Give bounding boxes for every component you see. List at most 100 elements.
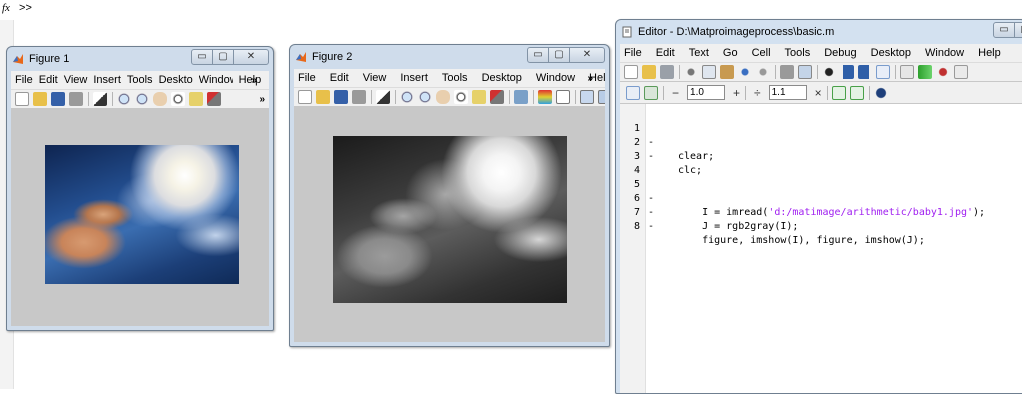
function-icon[interactable]: [876, 65, 890, 79]
menu-insert[interactable]: Insert: [93, 74, 121, 86]
pan-icon[interactable]: [436, 90, 450, 104]
code-line[interactable]: 5 - I = imread('d:/matimage/arithmetic/b…: [620, 164, 1022, 218]
increment-button[interactable]: +: [733, 86, 740, 100]
editor-window[interactable]: Editor - D:\Matproimageprocess\basic.m ▭…: [615, 19, 1022, 394]
menu-go[interactable]: Go: [723, 47, 738, 59]
new-figure-icon[interactable]: [298, 90, 312, 104]
cell-value-1-field[interactable]: 1.0: [687, 85, 726, 100]
insert-cell-icon[interactable]: [626, 85, 640, 100]
print-icon[interactable]: [352, 90, 366, 104]
dock-icon[interactable]: [798, 65, 812, 79]
menu-cell[interactable]: Cell: [752, 47, 771, 59]
menu-desktop[interactable]: Desktop: [871, 47, 911, 59]
menu-desktop[interactable]: Desktop: [482, 72, 522, 84]
zoom-in-icon[interactable]: [400, 90, 414, 104]
figure-2-titlebar[interactable]: Figure 2 ▭ ▢ ✕: [290, 45, 609, 69]
menu-tools[interactable]: Tools: [127, 74, 153, 86]
uncomment-icon[interactable]: [849, 85, 864, 100]
show-plot-tools-icon[interactable]: [598, 90, 605, 104]
editor-titlebar[interactable]: Editor - D:\Matproimageprocess\basic.m ▭…: [616, 20, 1022, 44]
figure-2-canvas[interactable]: [294, 107, 605, 342]
menu-tools[interactable]: Tools: [785, 47, 811, 59]
maximize-button[interactable]: ▢: [212, 49, 234, 65]
divide-button[interactable]: ÷: [754, 86, 761, 100]
copy-icon[interactable]: [702, 65, 716, 79]
open-file-icon[interactable]: [642, 65, 656, 79]
legend-icon[interactable]: [556, 90, 570, 104]
cell-layout-icon[interactable]: [644, 85, 658, 100]
code-area[interactable]: 1 - clear; 2 - clc; 3 4 5 - I = imread('…: [620, 104, 1022, 393]
code-line[interactable]: 6 - J = rgb2gray(I);: [620, 178, 1022, 232]
zoom-in-icon[interactable]: [117, 92, 131, 106]
menu-window[interactable]: Window: [925, 47, 964, 59]
new-figure-icon[interactable]: [15, 92, 29, 106]
decrement-button[interactable]: −: [672, 86, 679, 100]
new-file-icon[interactable]: [624, 65, 638, 79]
multiply-button[interactable]: ×: [815, 86, 822, 100]
brush-icon[interactable]: [207, 92, 221, 106]
menu-edit[interactable]: Edit: [330, 72, 349, 84]
run-icon[interactable]: [918, 65, 932, 79]
stack-dropdown-icon[interactable]: [954, 65, 968, 79]
link-plot-icon[interactable]: [514, 90, 528, 104]
print-icon[interactable]: [780, 65, 794, 79]
breakpoint-icon[interactable]: [936, 65, 950, 79]
menu-edit[interactable]: Edit: [656, 47, 675, 59]
save-icon[interactable]: [334, 90, 348, 104]
menu-debug[interactable]: Debug: [824, 47, 856, 59]
save-icon[interactable]: [51, 92, 65, 106]
code-line[interactable]: 7 - figure, imshow(I), figure, imshow(J)…: [620, 192, 1022, 246]
open-file-icon[interactable]: [33, 92, 47, 106]
close-button[interactable]: ✕: [233, 49, 269, 65]
colorbar-icon[interactable]: [538, 90, 552, 104]
redo-icon[interactable]: [756, 65, 770, 79]
maximize-button[interactable]: ▢: [548, 47, 570, 63]
info-icon[interactable]: [873, 85, 888, 100]
brush-icon[interactable]: [490, 90, 504, 104]
stack-icon[interactable]: [900, 65, 914, 79]
menu-tools[interactable]: Tools: [442, 72, 468, 84]
menu-window[interactable]: Window: [199, 74, 233, 86]
cut-icon[interactable]: [684, 65, 698, 79]
back-arrow-icon[interactable]: [840, 65, 854, 79]
menu-insert[interactable]: Insert: [400, 72, 428, 84]
figure-2-window[interactable]: Figure 2 ▭ ▢ ✕ File Edit View Insert Too…: [289, 44, 610, 347]
menu-edit[interactable]: Edit: [39, 74, 58, 86]
code-line[interactable]: 4: [620, 150, 1022, 176]
menu-help[interactable]: Help: [239, 74, 262, 86]
menu-text[interactable]: Text: [689, 47, 709, 59]
data-cursor-icon[interactable]: [189, 92, 203, 106]
find-icon[interactable]: [822, 65, 836, 79]
menu-desktop[interactable]: Desktop: [159, 74, 193, 86]
figure-1-titlebar[interactable]: Figure 1 ▭ ▢ ✕: [7, 47, 273, 71]
menu-overflow-icon[interactable]: »: [251, 75, 257, 86]
hide-plot-tools-icon[interactable]: [580, 90, 594, 104]
zoom-out-icon[interactable]: [135, 92, 149, 106]
print-icon[interactable]: [69, 92, 83, 106]
undo-icon[interactable]: [738, 65, 752, 79]
code-line[interactable]: 3: [620, 136, 1022, 162]
menu-file[interactable]: File: [624, 47, 642, 59]
open-file-icon[interactable]: [316, 90, 330, 104]
menu-file[interactable]: File: [15, 74, 33, 86]
figure-1-window[interactable]: Figure 1 ▭ ▢ ✕ File Edit View Insert Too…: [6, 46, 274, 331]
menu-help[interactable]: Help: [978, 47, 1001, 59]
menu-overflow-icon[interactable]: »: [587, 73, 593, 84]
minimize-button[interactable]: ▭: [527, 47, 549, 63]
data-cursor-icon[interactable]: [472, 90, 486, 104]
rotate-3d-icon[interactable]: [171, 92, 185, 106]
maximize-button[interactable]: ▢: [1014, 22, 1022, 38]
edit-plot-icon[interactable]: [376, 90, 390, 104]
code-line[interactable]: 1 - clear;: [620, 108, 1022, 162]
menu-file[interactable]: File: [298, 72, 316, 84]
toolbar-overflow-icon[interactable]: »: [259, 94, 265, 105]
code-line[interactable]: 2 - clc;: [620, 122, 1022, 176]
save-icon[interactable]: [660, 65, 674, 79]
minimize-button[interactable]: ▭: [191, 49, 213, 65]
figure-1-canvas[interactable]: [11, 109, 269, 326]
close-button[interactable]: ✕: [569, 47, 605, 63]
comment-icon[interactable]: [831, 85, 846, 100]
edit-plot-icon[interactable]: [93, 92, 107, 106]
menu-window[interactable]: Window: [536, 72, 575, 84]
pan-icon[interactable]: [153, 92, 167, 106]
